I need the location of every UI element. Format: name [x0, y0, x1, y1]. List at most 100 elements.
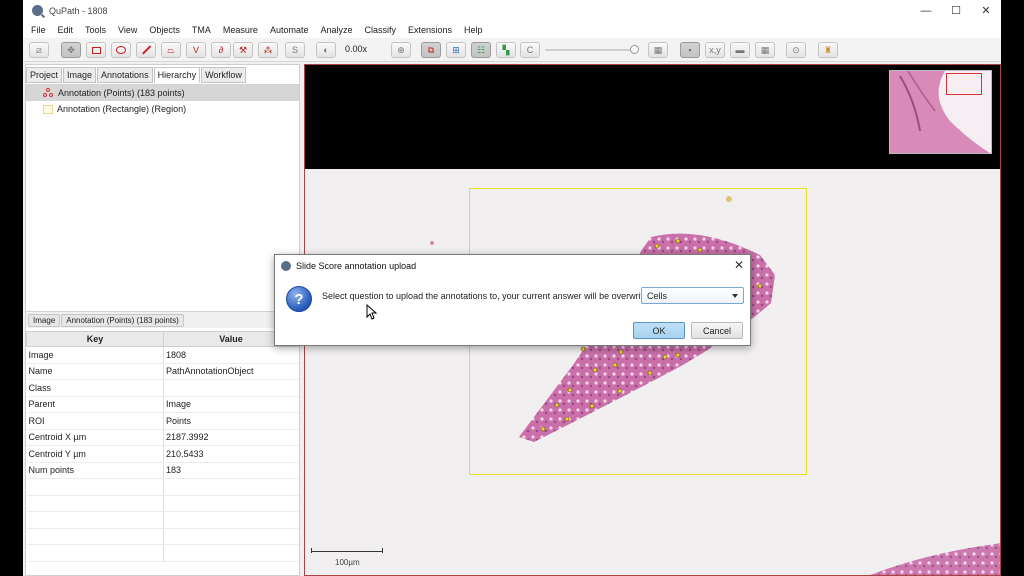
show-tma-grid-button[interactable]: ⊞	[446, 42, 466, 58]
table-icon: ▦	[653, 44, 663, 55]
menu-objects[interactable]: Objects	[149, 25, 180, 35]
brush-icon: ∂	[218, 45, 224, 55]
menu-tma[interactable]: TMA	[192, 25, 211, 35]
pane-icon: ⧄	[36, 44, 42, 55]
question-select[interactable]: Cells	[641, 287, 744, 304]
measurement-table-button[interactable]: ▦	[648, 42, 668, 58]
show-pixel-classification-button[interactable]: C	[520, 42, 540, 58]
tma-grid-icon: ⊞	[452, 44, 460, 55]
show-detections-button[interactable]: ☷	[471, 42, 491, 58]
menu-help[interactable]: Help	[464, 25, 483, 35]
show-grid-button[interactable]: ▦	[755, 42, 775, 58]
tab-project[interactable]: Project	[26, 67, 63, 83]
menu-edit[interactable]: Edit	[58, 25, 74, 35]
show-overview-button[interactable]: ▪	[680, 42, 700, 58]
table-row[interactable]: Name PathAnnotationObject	[26, 363, 299, 380]
script-editor-button[interactable]: ♜	[818, 42, 838, 58]
ellipse-tool-button[interactable]	[111, 42, 131, 58]
menu-classify[interactable]: Classify	[365, 25, 397, 35]
overview-thumbnail[interactable]	[889, 70, 992, 154]
show-scalebar-button[interactable]: ▬	[730, 42, 750, 58]
property-key: Centroid X µm	[26, 429, 164, 446]
qupath-logo-icon	[281, 260, 291, 271]
fill-detections-button[interactable]: ▚	[496, 42, 516, 58]
properties-table: Key Value Image 1808 Name PathAnnotationOb…	[26, 331, 299, 562]
hierarchy-item-rectangle[interactable]: Annotation (Rectangle) (Region)	[26, 101, 299, 117]
property-key: ROI	[26, 412, 164, 430]
property-key: Parent	[26, 396, 164, 413]
scalebar-label: 100µm	[335, 558, 360, 567]
tab-hierarchy[interactable]: Hierarchy	[153, 67, 201, 83]
log-icon: ⊙	[792, 44, 800, 55]
zoom-level: 0.00x	[345, 44, 368, 54]
ok-button[interactable]: OK	[633, 322, 685, 339]
move-icon: ✥	[67, 44, 75, 55]
menu-tools[interactable]: Tools	[85, 25, 106, 35]
show-analysis-pane-button[interactable]: ⧄	[29, 42, 49, 58]
property-value: 2187.3992	[163, 429, 299, 446]
zoom-icon: ⊕	[397, 44, 405, 55]
scalebar-icon: ▬	[735, 45, 745, 55]
question-icon: ?	[286, 286, 312, 312]
minimize-button[interactable]: —	[911, 0, 941, 21]
menu-measure[interactable]: Measure	[223, 25, 258, 35]
empty-row	[26, 528, 299, 545]
table-row[interactable]: ROI Points	[26, 412, 299, 430]
table-row[interactable]: Class	[26, 379, 299, 397]
hierarchy-item-points[interactable]: Annotation (Points) (183 points)	[26, 85, 299, 101]
cancel-button[interactable]: Cancel	[691, 322, 743, 339]
tab-image[interactable]: Image	[63, 67, 97, 83]
dialog-title: Slide Score annotation upload	[296, 260, 417, 271]
brush-tool-button[interactable]: ∂	[211, 42, 231, 58]
menu-view[interactable]: View	[118, 25, 137, 35]
show-location-button[interactable]: x,y	[705, 42, 725, 58]
opacity-slider-thumb[interactable]	[630, 45, 639, 54]
breadcrumb-image[interactable]: Image	[28, 313, 61, 327]
hierarchy-item-label: Annotation (Rectangle) (Region)	[57, 104, 187, 114]
brightness-contrast-button[interactable]: ◐	[316, 42, 336, 58]
table-row[interactable]: Centroid X µm 2187.3992	[26, 429, 299, 446]
annotations-icon: ⧉	[427, 44, 435, 55]
table-row[interactable]: Num points 183	[26, 462, 299, 479]
table-row[interactable]: Parent Image	[26, 396, 299, 413]
polygon-icon: ⏢	[167, 44, 175, 55]
rectangle-tool-button[interactable]	[86, 42, 106, 58]
opacity-slider[interactable]	[545, 45, 639, 54]
tab-workflow[interactable]: Workflow	[201, 67, 246, 83]
zoom-to-fit-button[interactable]: ⊕	[391, 42, 411, 58]
log-button[interactable]: ⊙	[786, 42, 806, 58]
menu-extensions[interactable]: Extensions	[408, 25, 452, 35]
menu-file[interactable]: File	[31, 25, 46, 35]
breadcrumb-annotation[interactable]: Annotation (Points) (183 points)	[61, 313, 184, 327]
line-tool-button[interactable]	[136, 42, 156, 58]
table-row[interactable]: Image 1808	[26, 346, 299, 364]
empty-row	[26, 495, 299, 512]
wand-tool-button[interactable]: ⚒	[233, 42, 253, 58]
toolbar: ⧄ ✥ ⏢ V ∂ ⚒ ⁂ S ◐ 0.00x ⊕ ⧉ ⊞ ☷ ▚ C ▦ ▪ …	[23, 38, 1001, 62]
close-window-button[interactable]: ✕	[971, 0, 1001, 21]
fill-detections-icon: ▚	[502, 44, 510, 55]
close-icon[interactable]: ✕	[734, 258, 744, 272]
selection-mode-button[interactable]: S	[285, 42, 305, 58]
move-tool-button[interactable]: ✥	[61, 42, 81, 58]
table-row[interactable]: Centroid Y µm 210.5433	[26, 445, 299, 463]
column-header-key[interactable]: Key	[26, 331, 164, 347]
analysis-tabs: Project Image Annotations Hierarchy Work…	[26, 67, 247, 83]
scalebar	[311, 548, 383, 553]
detections-icon: ☷	[476, 44, 486, 55]
polyline-tool-button[interactable]: V	[186, 42, 206, 58]
menu-bar: File Edit Tools View Objects TMA Measure…	[23, 21, 1001, 38]
menu-analyze[interactable]: Analyze	[320, 25, 352, 35]
microscope-icon: ♜	[823, 44, 833, 55]
show-annotations-button[interactable]: ⧉	[421, 42, 441, 58]
grid-icon: ▦	[760, 44, 770, 55]
overview-viewport-rect	[946, 73, 982, 95]
maximize-button[interactable]: ☐	[941, 0, 971, 21]
hierarchy-tree: Annotation (Points) (183 points) Annotat…	[26, 84, 299, 310]
points-tool-button[interactable]: ⁂	[258, 42, 278, 58]
polygon-tool-button[interactable]: ⏢	[161, 42, 181, 58]
property-value: Points	[163, 412, 299, 430]
tab-annotations[interactable]: Annotations	[97, 67, 153, 83]
points-icon: ⁂	[263, 44, 273, 55]
menu-automate[interactable]: Automate	[270, 25, 309, 35]
